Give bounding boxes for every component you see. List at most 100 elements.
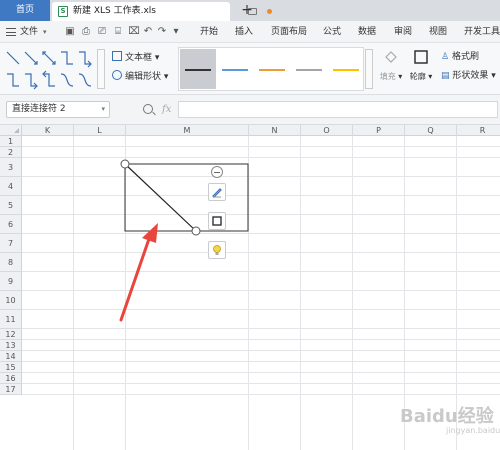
menu-item-formula[interactable]: 公式	[323, 21, 341, 43]
line-style-stroke	[296, 69, 322, 71]
line-style-stroke	[222, 69, 248, 71]
column-header-o[interactable]: O	[301, 125, 353, 136]
menu-item-insert[interactable]: 插入	[235, 21, 253, 43]
menu-item-page-layout[interactable]: 页面布局	[271, 21, 307, 43]
unsaved-dot-icon	[267, 9, 272, 14]
brush-icon: ♙	[441, 52, 450, 62]
shape-gallery-scrollbar[interactable]	[97, 49, 105, 89]
quick-access-caret-icon[interactable]: ▾	[170, 26, 182, 38]
document-title: 新建 XLS 工作表.xls	[73, 6, 156, 16]
menu-item-start[interactable]: 开始	[200, 21, 218, 43]
edit-shape-button[interactable]: 编辑形状 ▾	[112, 70, 168, 84]
name-box-value: 直接连接符 2	[12, 104, 66, 114]
ribbon: 文本框 ▾ 编辑形状 ▾ 填充 ▾ 轮廓 ▾ ♙ 格式刷 ▤ 形状效果 ▾	[0, 43, 500, 95]
menu-item-developer[interactable]: 开发工具	[464, 21, 500, 43]
shape-outline-button[interactable]	[208, 212, 226, 230]
column-header-p[interactable]: P	[353, 125, 405, 136]
fx-icon[interactable]: fx	[162, 95, 171, 125]
line-style-1[interactable]	[180, 49, 216, 89]
row-gridline	[22, 350, 500, 351]
outline-button[interactable]: 轮廓 ▾	[408, 49, 434, 82]
text-box-icon	[112, 51, 122, 61]
row-gridline	[22, 195, 500, 196]
row-header-2[interactable]: 2	[0, 147, 22, 158]
column-header-m[interactable]: M	[126, 125, 249, 136]
file-menu[interactable]: 文件	[20, 21, 38, 43]
connector-shapes[interactable]	[4, 47, 96, 91]
row-header-6[interactable]: 6	[0, 215, 22, 234]
row-gridline	[22, 309, 500, 310]
row-header-7[interactable]: 7	[0, 234, 22, 253]
row-header-11[interactable]: 11	[0, 310, 22, 329]
line-style-scrollbar[interactable]	[365, 49, 373, 89]
column-header-n[interactable]: N	[249, 125, 301, 136]
chevron-down-icon[interactable]: ▾	[43, 21, 47, 43]
collapse-toolbar-button[interactable]	[211, 166, 223, 178]
line-style-5[interactable]	[328, 49, 364, 89]
row-header-15[interactable]: 15	[0, 362, 22, 373]
outline-icon	[414, 50, 428, 64]
print-preview-icon[interactable]: ⌸	[112, 26, 124, 38]
export-icon[interactable]: ⎙	[80, 26, 92, 38]
lightbulb-icon	[213, 245, 221, 255]
text-box-button[interactable]: 文本框 ▾	[112, 51, 159, 65]
line-style-2[interactable]	[217, 49, 253, 89]
row-header-12[interactable]: 12	[0, 329, 22, 340]
redo-icon[interactable]: ↷	[156, 26, 168, 38]
row-gridline	[22, 233, 500, 234]
shape-effects-icon: ▤	[441, 71, 450, 81]
row-header-8[interactable]: 8	[0, 253, 22, 272]
fill-button[interactable]: 填充 ▾	[378, 49, 404, 82]
row-header-10[interactable]: 10	[0, 291, 22, 310]
line-style-stroke	[333, 69, 359, 71]
spreadsheet-icon: S	[58, 6, 68, 17]
hamburger-icon[interactable]	[6, 28, 16, 36]
line-style-4[interactable]	[291, 49, 327, 89]
fill-label: 填充	[379, 72, 396, 81]
shape-style-button[interactable]	[208, 183, 226, 201]
outline-square-icon	[212, 216, 222, 226]
row-header-4[interactable]: 4	[0, 177, 22, 196]
formula-input[interactable]	[178, 101, 498, 118]
row-header-5[interactable]: 5	[0, 196, 22, 215]
row-header-17[interactable]: 17	[0, 384, 22, 395]
menu-item-view[interactable]: 视图	[429, 21, 447, 43]
row-header-13[interactable]: 13	[0, 340, 22, 351]
format-icon[interactable]: ⌧	[128, 26, 140, 38]
row-header-3[interactable]: 3	[0, 158, 22, 177]
row-header-14[interactable]: 14	[0, 351, 22, 362]
row-gridline	[22, 252, 500, 253]
menu-item-review[interactable]: 审阅	[394, 21, 412, 43]
line-style-gallery	[178, 47, 364, 91]
shape-effects-button[interactable]: ▤ 形状效果 ▾	[441, 70, 496, 82]
print-icon[interactable]: ⎚	[96, 26, 108, 38]
zoom-icon[interactable]	[143, 104, 153, 114]
tab-home[interactable]: 首页	[0, 0, 50, 21]
undo-icon[interactable]: ↶	[142, 26, 154, 38]
column-header-l[interactable]: L	[74, 125, 126, 136]
title-tab-bar: 首页 S 新建 XLS 工作表.xls +	[0, 0, 500, 21]
menu-bar: 文件 ▾ ▣ ⎙ ⎚ ⌸ ⌧ ↶ ↷ ▾ 开始 插入 页面布局 公式 数据 审阅…	[0, 21, 500, 43]
row-header-9[interactable]: 9	[0, 272, 22, 291]
row-gridline	[22, 339, 500, 340]
save-icon[interactable]: ▣	[64, 26, 76, 38]
select-all-corner[interactable]	[0, 125, 22, 136]
column-header-r[interactable]: R	[457, 125, 500, 136]
menu-item-data[interactable]: 数据	[358, 21, 376, 43]
row-header-1[interactable]: 1	[0, 136, 22, 147]
column-gridline	[248, 136, 249, 450]
row-gridline	[22, 271, 500, 272]
tab-document[interactable]: S 新建 XLS 工作表.xls	[52, 2, 272, 21]
chevron-down-icon[interactable]: ▾	[101, 102, 105, 117]
column-header-k[interactable]: K	[22, 125, 74, 136]
column-header-q[interactable]: Q	[405, 125, 457, 136]
shape-effects-label: 形状效果	[452, 71, 489, 81]
add-tab-button[interactable]: +	[240, 0, 254, 21]
format-painter-button[interactable]: ♙ 格式刷	[441, 51, 479, 63]
name-box[interactable]: 直接连接符 2 ▾	[6, 101, 110, 118]
row-header-16[interactable]: 16	[0, 373, 22, 384]
shape-effects-float-button[interactable]	[208, 241, 226, 259]
row-gridline	[22, 176, 500, 177]
line-style-3[interactable]	[254, 49, 290, 89]
column-gridline	[300, 136, 301, 450]
